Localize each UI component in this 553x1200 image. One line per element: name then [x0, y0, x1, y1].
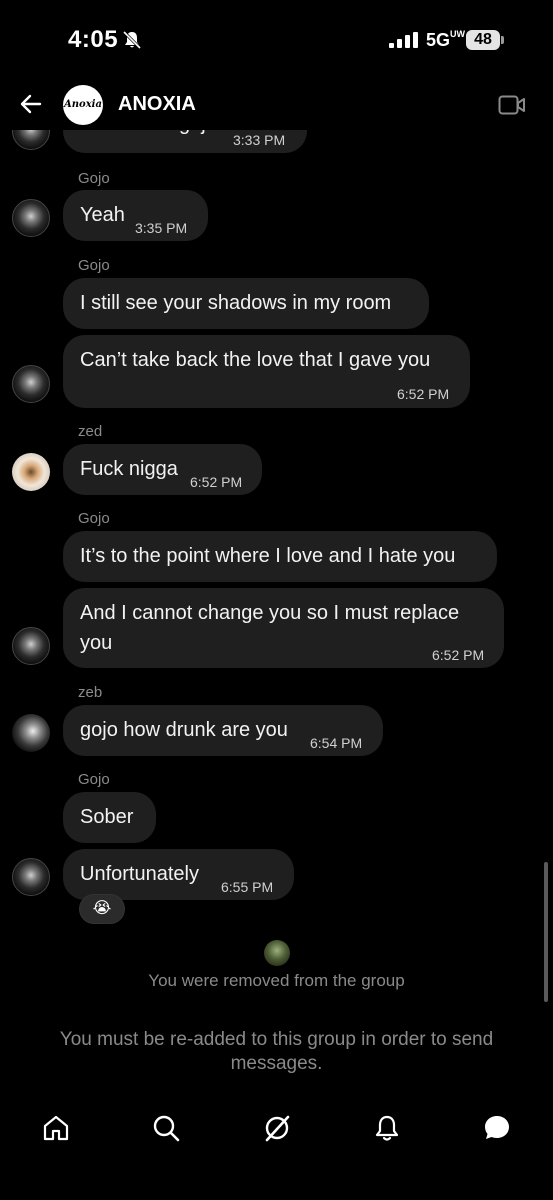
message-time: 3:35 PM — [135, 220, 188, 236]
signal-icon — [389, 32, 418, 48]
bell-muted-icon — [122, 30, 142, 50]
message-time: 6:54 PM — [310, 735, 363, 751]
home-indicator-area — [0, 1160, 553, 1200]
message-time: 6:52 PM — [190, 474, 243, 490]
message-bubble[interactable]: beat u to it gojo 3:33 PM — [63, 130, 307, 153]
message-text: And I cannot change you so I must replac… — [80, 602, 460, 624]
home-icon[interactable] — [40, 1112, 72, 1144]
sender-name: Gojo — [78, 257, 110, 274]
battery-tip — [501, 36, 504, 44]
chat-header: Anoxia ANOXIA — [0, 80, 553, 130]
message-bubble[interactable]: It’s to the point where I love and I hat… — [63, 531, 497, 582]
message-time: 6:52 PM — [397, 386, 450, 402]
avatar[interactable] — [12, 858, 50, 896]
message-list[interactable]: beat u to it gojo 3:33 PM Gojo Yeah 3:35… — [0, 130, 553, 1095]
message-bubble[interactable]: Can’t take back the love that I gave you… — [63, 335, 470, 408]
bottom-nav — [0, 1100, 553, 1160]
status-bar: 4:05 5GUW 48 — [0, 0, 553, 80]
sender-name: Gojo — [78, 771, 110, 788]
message-text: Sober — [80, 806, 134, 828]
avatar[interactable] — [12, 627, 50, 665]
message-time: 6:52 PM — [432, 647, 485, 663]
message-bubble[interactable]: gojo how drunk are you 6:54 PM — [63, 705, 383, 756]
network-type: 5GUW — [426, 29, 466, 50]
sender-name: zeb — [78, 684, 103, 701]
message-text: It’s to the point where I love and I hat… — [80, 545, 456, 567]
group-name[interactable]: ANOXIA — [118, 93, 196, 116]
messages-icon[interactable] — [481, 1112, 513, 1144]
removed-notice: You were removed from the group — [148, 971, 405, 990]
message-bubble[interactable]: Fuck nigga 6:52 PM — [63, 444, 262, 495]
message-text: Unfortunately — [80, 863, 199, 885]
notifications-icon[interactable] — [371, 1112, 403, 1144]
scrollbar[interactable] — [544, 862, 548, 1002]
search-icon[interactable] — [150, 1112, 182, 1144]
message-bubble[interactable]: I still see your shadows in my room — [63, 278, 429, 329]
message-bubble[interactable]: Unfortunately 6:55 PM — [63, 849, 294, 900]
reaction-badge[interactable]: 😭 — [79, 894, 125, 924]
message-bubble[interactable]: And I cannot change you so I must replac… — [63, 588, 504, 668]
message-text: Can’t take back the love that I gave you — [80, 349, 431, 371]
video-call-icon[interactable] — [498, 94, 526, 116]
message-bubble[interactable]: Sober — [63, 792, 156, 843]
battery-level: 48 — [466, 30, 500, 50]
message-text: you — [80, 632, 113, 654]
avatar[interactable] — [12, 365, 50, 403]
message-text: Yeah — [80, 204, 125, 226]
avatar[interactable] — [12, 130, 50, 150]
group-avatar[interactable]: Anoxia — [63, 85, 103, 125]
grok-icon[interactable] — [261, 1112, 293, 1144]
message-text: I still see your shadows in my room — [80, 292, 392, 314]
message-bubble[interactable]: Yeah 3:35 PM — [63, 190, 208, 241]
sender-name: zed — [78, 423, 103, 440]
message-time: 6:55 PM — [221, 879, 274, 895]
user-mini-avatar — [264, 940, 290, 966]
message-time: 3:33 PM — [233, 132, 286, 148]
avatar[interactable] — [12, 714, 50, 752]
message-text: gojo how drunk are you — [80, 719, 288, 741]
readd-notice: You must be re-added to this group in or… — [59, 1029, 494, 1074]
sender-name: Gojo — [78, 170, 110, 187]
message-text: beat u to it gojo — [80, 130, 217, 139]
back-arrow-icon[interactable] — [18, 91, 44, 117]
sender-name: Gojo — [78, 510, 110, 527]
avatar[interactable] — [12, 199, 50, 237]
avatar[interactable] — [12, 453, 50, 491]
message-text: Fuck nigga — [80, 458, 178, 480]
status-time: 4:05 — [68, 26, 119, 53]
